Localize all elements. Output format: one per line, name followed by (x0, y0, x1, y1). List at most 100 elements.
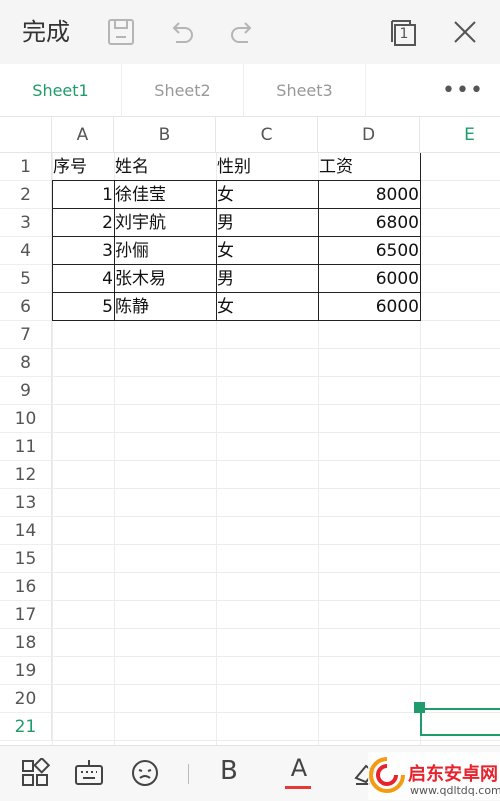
row-header[interactable]: 20 (0, 685, 52, 713)
table-cell[interactable]: 陈静 (114, 293, 216, 321)
row-gridline (52, 488, 500, 489)
row-header[interactable]: 6 (0, 293, 52, 321)
more-tabs-button[interactable]: ••• (366, 64, 500, 117)
row-gridline (52, 460, 500, 461)
table-cell[interactable]: 性别 (216, 153, 318, 181)
watermark-url: www.qdltdq.com (410, 784, 500, 797)
tab-sheet2[interactable]: Sheet2 (122, 64, 244, 117)
watermark: 启东安卓网 www.qdltdq.com (368, 752, 500, 800)
table-cell[interactable]: 6000 (318, 265, 420, 293)
table-cell[interactable]: 4 (52, 265, 114, 293)
table-cell[interactable]: 男 (216, 209, 318, 237)
table-cell[interactable]: 刘宇航 (114, 209, 216, 237)
row-gridline (52, 628, 500, 629)
tab-sheet3[interactable]: Sheet3 (244, 64, 366, 117)
selection-handle[interactable] (414, 702, 425, 713)
row-gridline (52, 516, 500, 517)
row-header[interactable]: 19 (0, 657, 52, 685)
cell-border (52, 180, 53, 320)
emoji-icon[interactable] (130, 758, 160, 788)
corner-cell[interactable] (0, 117, 52, 153)
cell-border (52, 180, 421, 181)
row-gridline (52, 348, 500, 349)
row-header[interactable]: 14 (0, 517, 52, 545)
table-cell[interactable]: 序号 (52, 153, 114, 181)
row-gridline (52, 600, 500, 601)
column-header-c[interactable]: C (216, 117, 318, 153)
row-header[interactable]: 15 (0, 545, 52, 573)
table-cell[interactable]: 2 (52, 209, 114, 237)
bold-button[interactable]: B (220, 756, 238, 786)
table-cell[interactable]: 姓名 (114, 153, 216, 181)
row-header[interactable]: 1 (0, 153, 52, 181)
sheet-tabs: Sheet1 Sheet2 Sheet3 ••• (0, 64, 500, 117)
font-color-indicator (285, 786, 311, 789)
table-cell[interactable]: 6500 (318, 237, 420, 265)
column-header-e[interactable]: E (420, 117, 500, 153)
font-color-button[interactable]: A (286, 754, 312, 788)
table-cell[interactable]: 女 (216, 181, 318, 209)
close-icon[interactable] (450, 16, 480, 48)
row-header[interactable]: 2 (0, 181, 52, 209)
page-count: 1 (399, 26, 409, 42)
cell-border (216, 180, 217, 320)
row-header[interactable]: 17 (0, 601, 52, 629)
pages-icon[interactable]: 1 (388, 16, 418, 48)
column-header-b[interactable]: B (114, 117, 216, 153)
row-header[interactable]: 8 (0, 349, 52, 377)
watermark-title: 启东安卓网 (408, 764, 498, 785)
column-header-d[interactable]: D (318, 117, 420, 153)
row-header[interactable]: 5 (0, 265, 52, 293)
cell-border (318, 180, 319, 320)
tab-sheet1[interactable]: Sheet1 (0, 64, 122, 117)
table-cell[interactable]: 男 (216, 265, 318, 293)
row-gridline (52, 376, 500, 377)
row-header[interactable]: 11 (0, 433, 52, 461)
cell-border (52, 208, 421, 209)
row-header[interactable]: 16 (0, 573, 52, 601)
cell-selection[interactable] (420, 708, 500, 736)
table-cell[interactable]: 5 (52, 293, 114, 321)
table-cell[interactable]: 1 (52, 181, 114, 209)
spreadsheet-grid[interactable]: A B C D E 1 2 3 4 5 6 7 8 9 10 11 12 13 14 15 16 17 18 19 2… (0, 117, 500, 745)
row-gridline (52, 684, 500, 685)
row-header[interactable]: 10 (0, 405, 52, 433)
table-cell[interactable]: 女 (216, 293, 318, 321)
column-header-a[interactable]: A (52, 117, 114, 153)
redo-icon[interactable] (228, 16, 258, 48)
cell-border (52, 292, 421, 293)
cell-border (114, 180, 115, 320)
row-header[interactable]: 3 (0, 209, 52, 237)
table-cell[interactable]: 孙俪 (114, 237, 216, 265)
table-cell[interactable]: 张木易 (114, 265, 216, 293)
table-cell[interactable]: 8000 (318, 181, 420, 209)
table-cell[interactable]: 女 (216, 237, 318, 265)
table-cell[interactable]: 徐佳莹 (114, 181, 216, 209)
keyboard-icon[interactable] (74, 758, 104, 788)
table-cell[interactable]: 6800 (318, 209, 420, 237)
row-header[interactable]: 7 (0, 321, 52, 349)
column-header-row: A B C D E (0, 117, 500, 153)
row-gridline (52, 404, 500, 405)
table-cell[interactable]: 6000 (318, 293, 420, 321)
row-header[interactable]: 12 (0, 461, 52, 489)
done-button[interactable]: 完成 (22, 16, 70, 48)
row-header[interactable]: 18 (0, 629, 52, 657)
row-header[interactable]: 13 (0, 489, 52, 517)
row-gridline (52, 544, 500, 545)
row-header[interactable]: 21 (0, 713, 52, 741)
toolbar-divider (188, 764, 189, 784)
table-cell[interactable]: 3 (52, 237, 114, 265)
row-header[interactable]: 4 (0, 237, 52, 265)
save-icon[interactable] (106, 16, 136, 48)
row-gridline (52, 740, 500, 741)
more-icon: ••• (442, 78, 484, 103)
cell-border (52, 264, 421, 265)
cell-border (420, 180, 421, 320)
layout-grid-icon[interactable] (20, 756, 51, 788)
undo-icon[interactable] (166, 16, 196, 48)
cell-border (52, 236, 421, 237)
row-header[interactable]: 9 (0, 377, 52, 405)
cell-border (52, 320, 421, 321)
table-cell[interactable]: 工资 (318, 153, 420, 181)
